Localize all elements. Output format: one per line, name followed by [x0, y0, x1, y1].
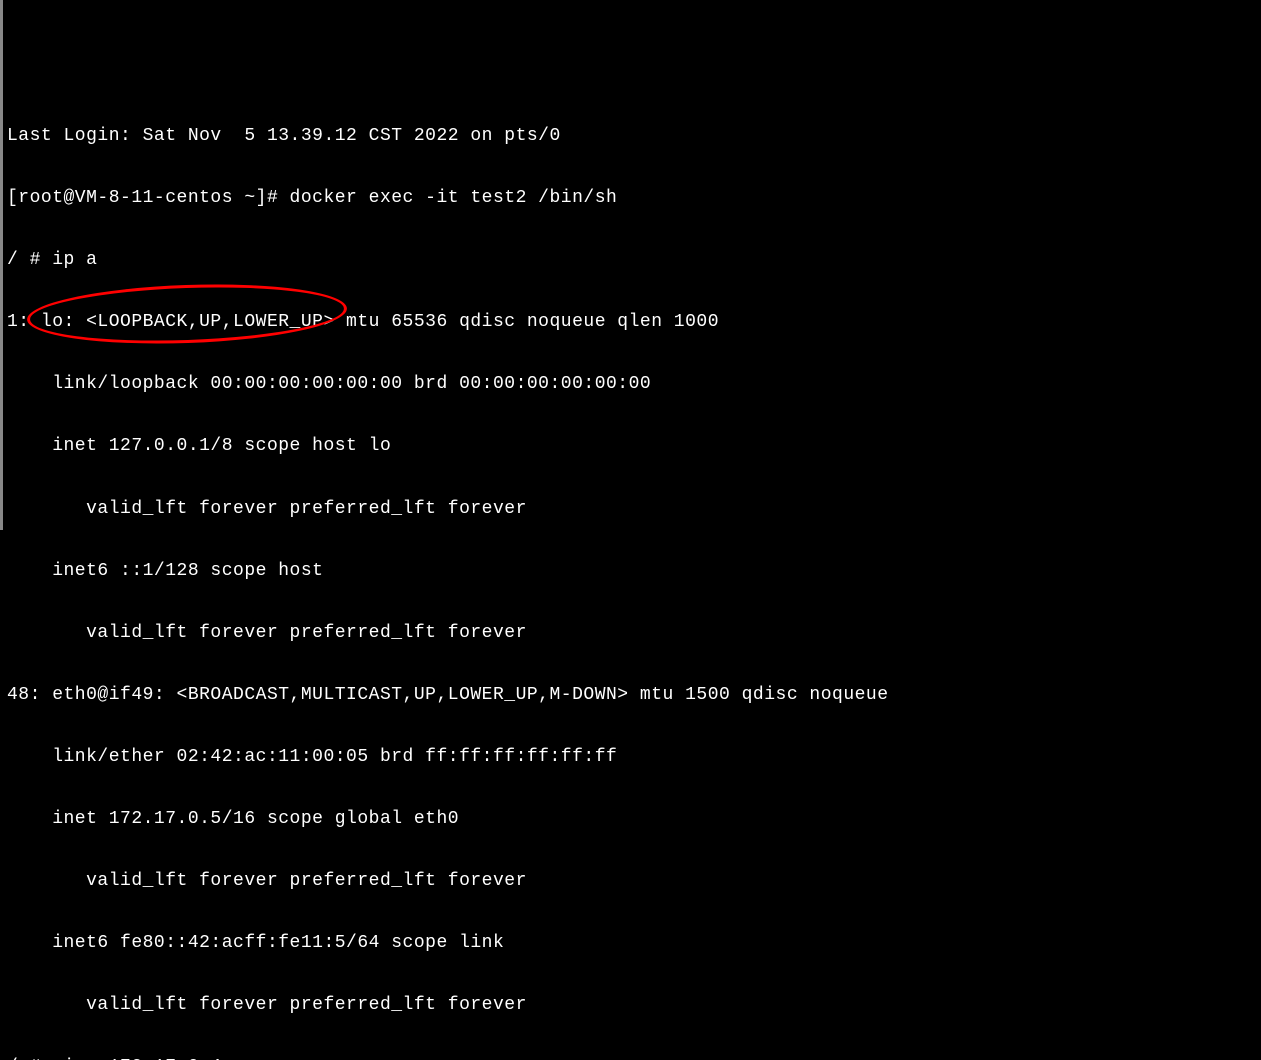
terminal-line: 48: eth0@if49: <BROADCAST,MULTICAST,UP,L…	[7, 685, 1257, 706]
terminal-line: inet 172.17.0.5/16 scope global eth0	[7, 809, 1257, 830]
terminal-line: valid_lft forever preferred_lft forever	[7, 623, 1257, 644]
terminal-line: / # ip a	[7, 250, 1257, 271]
terminal-line: valid_lft forever preferred_lft forever	[7, 499, 1257, 520]
terminal-line: Last Login: Sat Nov 5 13.39.12 CST 2022 …	[7, 126, 1257, 147]
terminal-line: inet6 fe80::42:acff:fe11:5/64 scope link	[7, 933, 1257, 954]
terminal-line: valid_lft forever preferred_lft forever	[7, 995, 1257, 1016]
terminal-line: [root@VM-8-11-centos ~]# docker exec -it…	[7, 188, 1257, 209]
terminal-line: link/loopback 00:00:00:00:00:00 brd 00:0…	[7, 374, 1257, 395]
terminal-line: 1: lo: <LOOPBACK,UP,LOWER_UP> mtu 65536 …	[7, 312, 1257, 333]
terminal-window[interactable]: Last Login: Sat Nov 5 13.39.12 CST 2022 …	[7, 85, 1257, 1060]
terminal-line: / # ping 172.17.0.4	[7, 1057, 1257, 1060]
terminal-line: inet6 ::1/128 scope host	[7, 561, 1257, 582]
terminal-line: inet 127.0.0.1/8 scope host lo	[7, 436, 1257, 457]
terminal-line: link/ether 02:42:ac:11:00:05 brd ff:ff:f…	[7, 747, 1257, 768]
terminal-line: valid_lft forever preferred_lft forever	[7, 871, 1257, 892]
